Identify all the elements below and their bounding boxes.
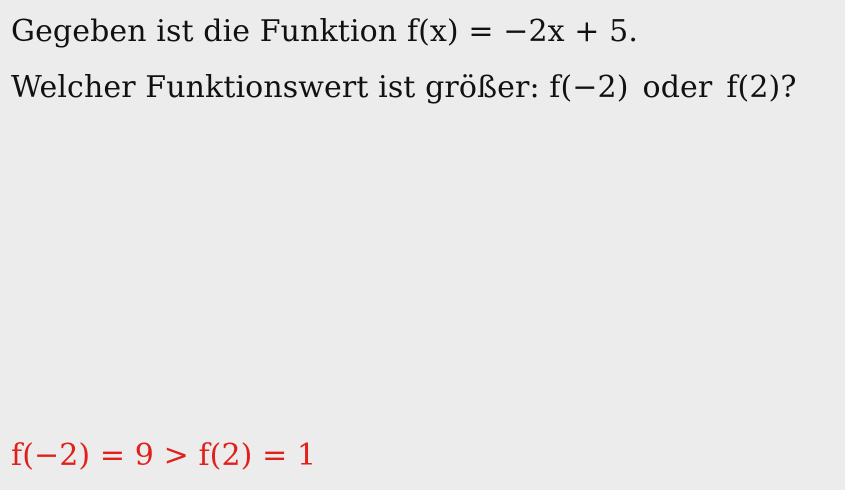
- question-mark: ?: [780, 70, 797, 105]
- given-prefix-text: Gegeben ist die Funktion: [11, 14, 398, 49]
- solution-text: f(−2) = 9 > f(2) = 1: [11, 438, 317, 473]
- question-statement: Welcher Funktionswert ist größer: f(−2) o…: [11, 70, 797, 106]
- function-definition: f(x) = −2x + 5.: [406, 14, 638, 49]
- function-statement: Gegeben ist die Funktion f(x) = −2x + 5.: [11, 14, 638, 50]
- connector-text: oder: [642, 70, 713, 105]
- option-a: f(−2): [549, 70, 629, 105]
- option-b: f(2): [726, 70, 781, 105]
- question-prefix-text: Welcher Funktionswert ist größer:: [11, 70, 540, 105]
